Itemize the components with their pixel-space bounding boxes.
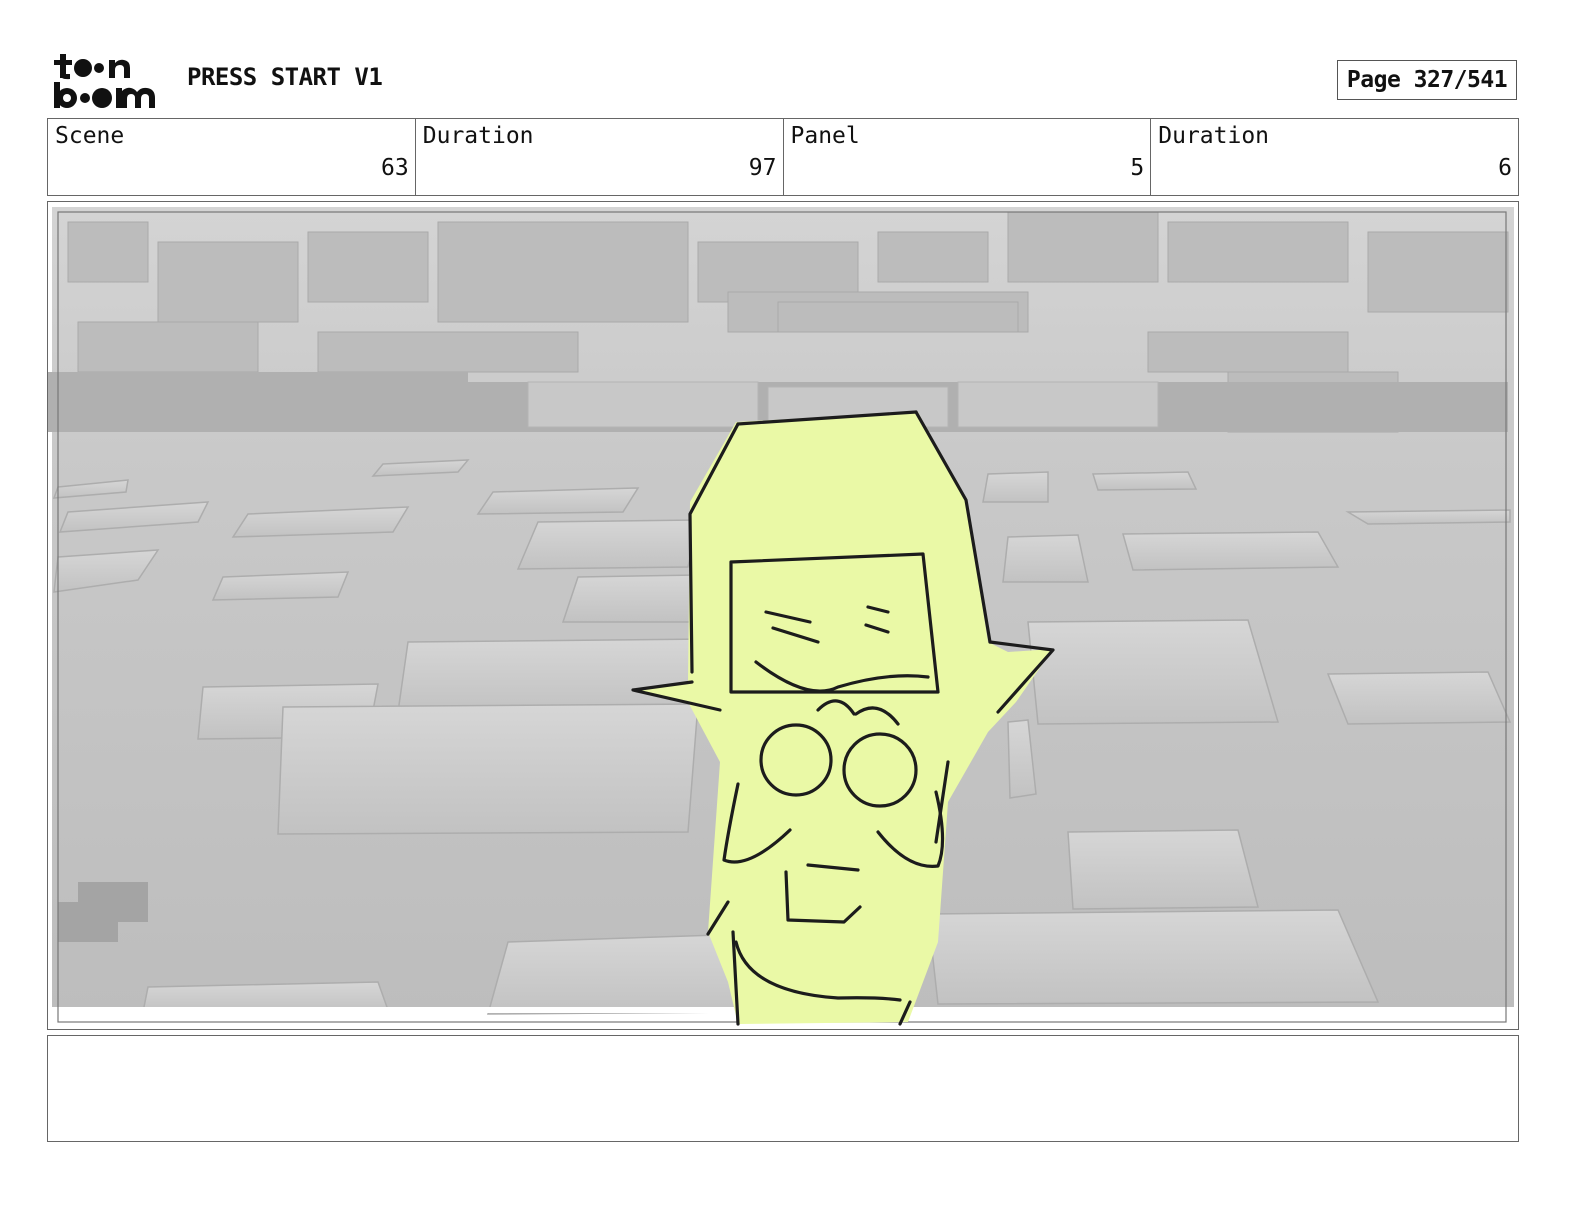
panel-duration-label: Duration (1158, 123, 1270, 149)
panel-value: 5 (1130, 155, 1145, 181)
panel-duration-cell: Duration 6 (1151, 119, 1518, 195)
panel-cell: Panel 5 (784, 119, 1152, 195)
storyboard-panel (47, 201, 1519, 1030)
scene-info-table: Scene 63 Duration 97 Panel 5 Duration 6 (47, 118, 1519, 196)
project-title: PRESS START V1 (187, 63, 383, 91)
scene-duration-value: 97 (748, 155, 777, 181)
scene-duration-cell: Duration 97 (416, 119, 784, 195)
scene-duration-label: Duration (422, 123, 534, 149)
panel-duration-value: 6 (1498, 155, 1512, 181)
toonboom-logo (54, 54, 155, 108)
scene-label: Scene (55, 123, 125, 149)
panel-label: Panel (790, 123, 860, 149)
storyboard-sketch-image (48, 207, 1514, 1026)
scene-cell: Scene 63 (48, 119, 416, 195)
page-indicator: Page 327/541 (1337, 60, 1517, 100)
panel-notes-box (47, 1035, 1519, 1142)
scene-value: 63 (381, 155, 409, 181)
